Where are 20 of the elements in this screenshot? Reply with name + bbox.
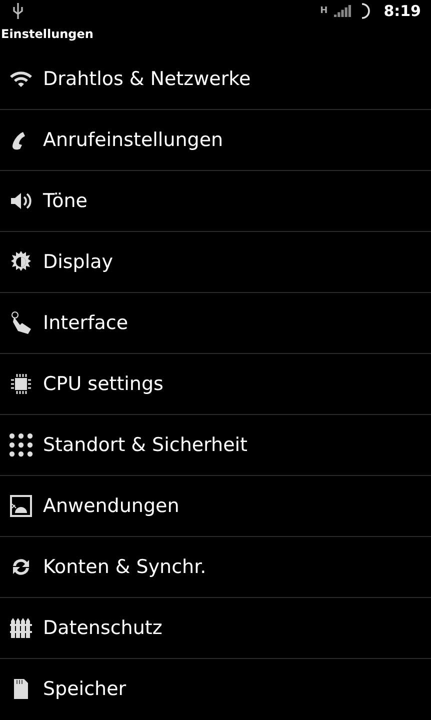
settings-item[interactable]: Konten & Synchr. xyxy=(0,537,431,598)
settings-item[interactable]: CPU settings xyxy=(0,354,431,415)
hand-icon xyxy=(9,311,33,335)
settings-item[interactable]: Standort & Sicherheit xyxy=(0,415,431,476)
screen-title: Einstellungen xyxy=(0,26,94,43)
settings-item[interactable]: Anwendungen xyxy=(0,476,431,537)
settings-item[interactable]: Drahtlos & Netzwerke xyxy=(0,49,431,110)
usb-icon xyxy=(12,3,24,19)
settings-item[interactable]: Anrufeinstellungen xyxy=(0,110,431,171)
signal-icon xyxy=(334,5,352,17)
network-type: H xyxy=(320,6,328,16)
settings-item[interactable]: Datenschutz xyxy=(0,598,431,659)
settings-item[interactable]: Interface xyxy=(0,293,431,354)
dot-grid-icon xyxy=(9,433,33,457)
fence-icon xyxy=(9,616,33,640)
settings-item[interactable]: Speicher xyxy=(0,659,431,719)
settings-item[interactable]: Töne xyxy=(0,171,431,232)
clock-time: 8:19 xyxy=(384,2,421,20)
chip-icon xyxy=(9,372,33,396)
settings-item[interactable]: Display xyxy=(0,232,431,293)
